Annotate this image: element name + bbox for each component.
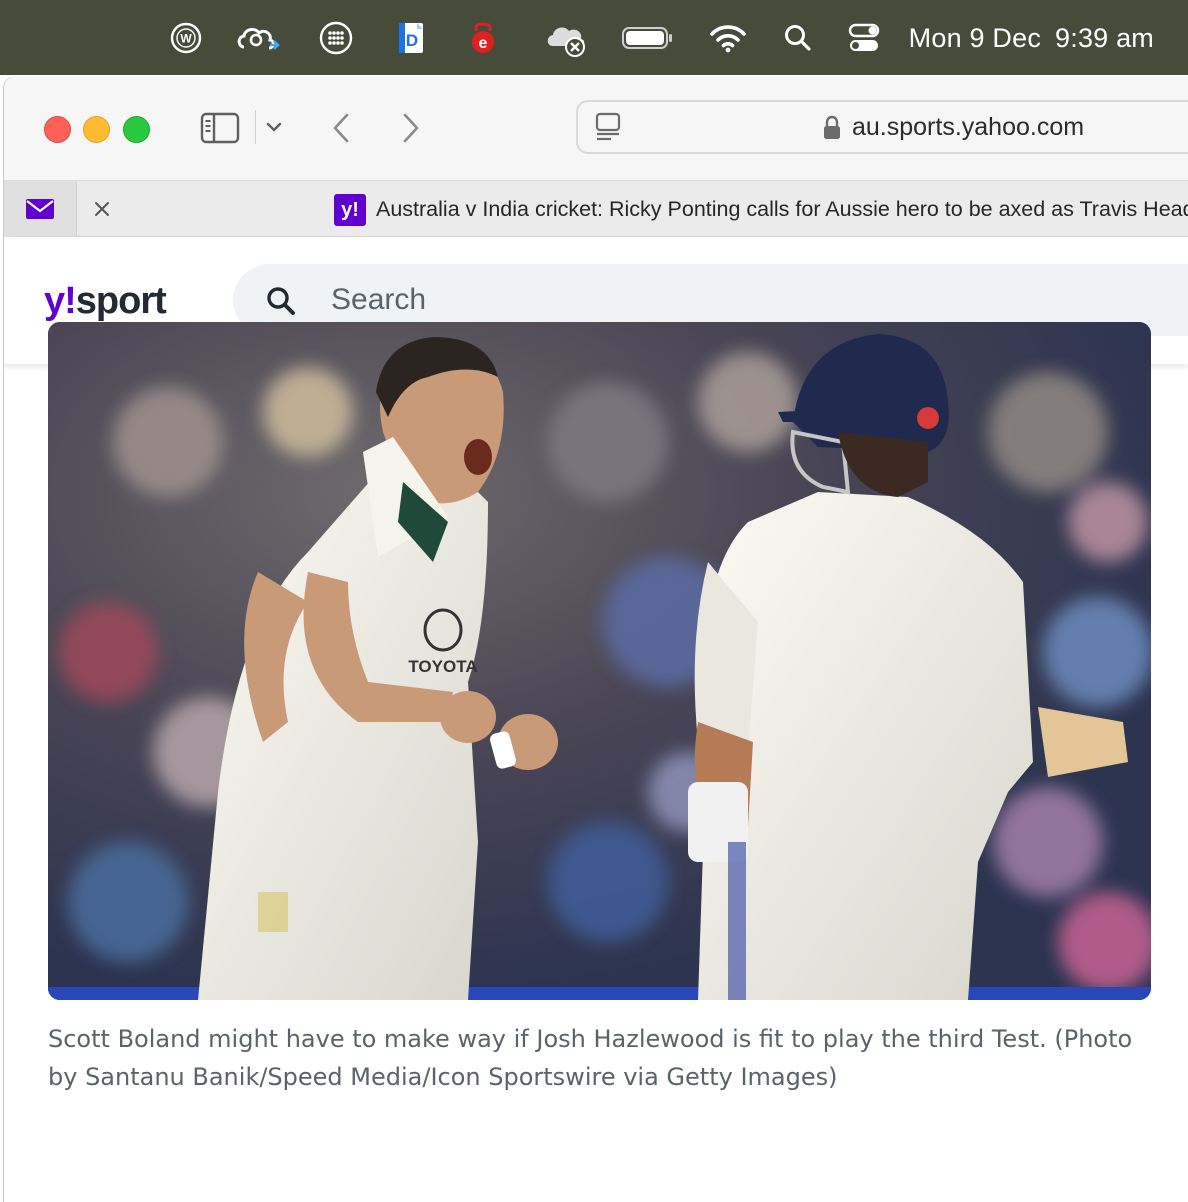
chevron-left-icon [333,113,349,143]
wordpress-icon[interactable]: W [166,18,206,58]
browser-toolbar: au.sports.yahoo.com [4,76,1188,180]
image-caption: Scott Boland might have to make way if J… [48,1025,1133,1091]
lock-icon [822,115,842,145]
toolbar-divider [255,110,256,144]
tab-bar: y! Australia v India cricket: Ricky Pont… [4,180,1188,237]
macos-menu-bar: W D e Mon 9 Dec 9:39 am [0,0,1188,75]
chevron-down-icon [266,122,282,132]
edge-e-icon[interactable]: e [466,18,500,58]
address-url: au.sports.yahoo.com [852,112,1085,141]
spotlight-search-icon[interactable] [781,18,815,58]
wifi-icon[interactable] [708,18,748,58]
logo-sport: sport [75,279,167,322]
sidebar-icon [200,112,240,144]
menu-bar-clock[interactable]: Mon 9 Dec 9:39 am [909,18,1154,58]
reader-mode-icon[interactable] [594,112,622,146]
close-window-button[interactable] [44,116,71,143]
address-bar[interactable]: au.sports.yahoo.com [576,100,1188,154]
svg-text:W: W [180,32,192,46]
svg-text:e: e [479,35,488,52]
battery-icon[interactable] [621,18,675,58]
article-hero-image: TOYOTA [48,322,1151,1000]
tab-title[interactable]: Australia v India cricket: Ricky Ponting… [376,181,1188,237]
document-app-icon[interactable]: D [393,18,429,58]
minimize-window-button[interactable] [83,116,110,143]
back-button[interactable] [326,108,356,148]
yahoo-favicon: y! [334,194,366,226]
close-icon [95,202,109,216]
tab-group-dropdown-button[interactable] [262,112,286,142]
logo-y: y! [44,279,77,322]
tab-close-button[interactable] [88,195,116,223]
yahoo-sport-logo[interactable]: y! sport [44,273,167,329]
menu-bar-time: 9:39 am [1055,22,1154,53]
chevron-right-icon [403,113,419,143]
sidebar-toggle-button[interactable] [198,108,242,148]
icloud-offline-icon[interactable] [543,18,591,58]
svg-text:TOYOTA: TOYOTA [408,657,477,676]
zoom-window-button[interactable] [123,116,150,143]
search-icon[interactable] [265,285,297,321]
pinned-tab-mail[interactable] [4,181,77,237]
grid-menu-icon[interactable] [316,18,356,58]
control-center-icon[interactable] [846,18,882,58]
mail-envelope-icon [26,199,54,219]
svg-text:D: D [406,31,418,50]
menu-bar-date: Mon 9 Dec [908,22,1042,53]
cricket-photo: TOYOTA [48,322,1151,1000]
cloud-sync-icon[interactable] [233,18,283,58]
forward-button[interactable] [396,108,426,148]
